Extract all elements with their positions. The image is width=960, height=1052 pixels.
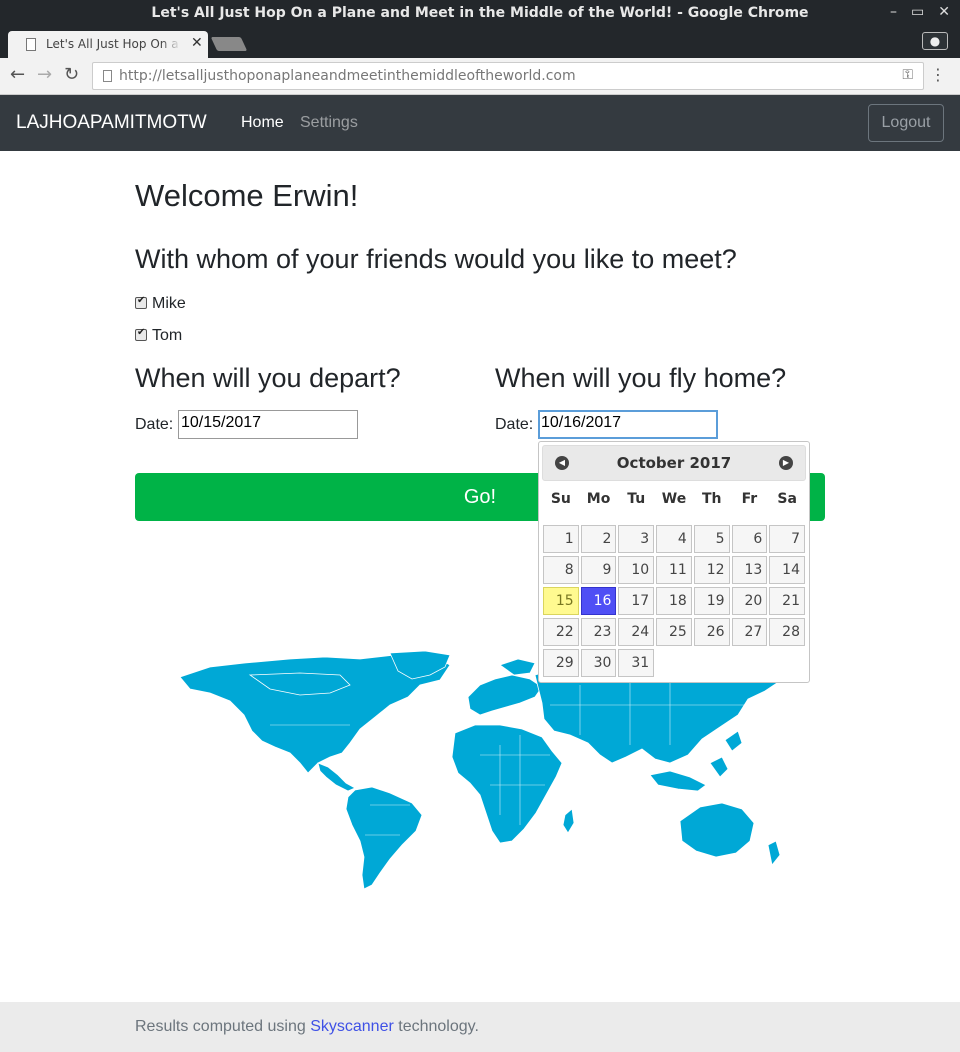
calendar-day[interactable]: 21 bbox=[769, 587, 805, 615]
calendar-day[interactable]: 13 bbox=[731, 556, 768, 584]
weekday-label: Fr bbox=[741, 491, 758, 507]
map-africa bbox=[451, 724, 563, 844]
footer-prefix: Results computed using bbox=[135, 1018, 311, 1035]
calendar-day[interactable]: 3 bbox=[618, 525, 655, 553]
calendar-day[interactable]: 10 bbox=[618, 556, 655, 584]
weekday-label: Mo bbox=[586, 491, 611, 507]
calendar-day[interactable]: 20 bbox=[731, 587, 768, 615]
return-heading: When will you fly home? bbox=[495, 363, 787, 393]
map-south-america bbox=[345, 786, 423, 890]
weekday-label: Sa bbox=[777, 491, 797, 507]
calendar-day[interactable]: 9 bbox=[580, 556, 617, 584]
depart-date-input[interactable]: 10/15/2017 bbox=[178, 410, 358, 439]
tab-strip: Let's All Just Hop On a Plane and Meet i… bbox=[0, 28, 960, 58]
calendar-day[interactable]: 16 bbox=[580, 587, 617, 615]
depart-heading: When will you depart? bbox=[135, 363, 401, 393]
address-bar[interactable]: http://letsalljusthoponaplaneandmeetinth… bbox=[92, 62, 924, 90]
calendar-day[interactable]: 8 bbox=[543, 556, 579, 584]
calendar-day[interactable]: 11 bbox=[656, 556, 692, 584]
map-central-america bbox=[317, 762, 356, 792]
calendar-day[interactable]: 1 bbox=[543, 525, 579, 553]
back-arrow-icon[interactable]: ← bbox=[10, 64, 25, 85]
map-europe bbox=[467, 674, 543, 716]
calendar-day[interactable]: 23 bbox=[580, 618, 617, 646]
datepicker-header: ◀ October 2017 ▶ bbox=[542, 445, 806, 481]
calendar-day[interactable]: 6 bbox=[731, 525, 768, 553]
browser-toolbar: ← → ↻ http://letsalljusthoponaplaneandme… bbox=[0, 58, 960, 95]
new-tab-button[interactable] bbox=[210, 37, 248, 51]
datepicker-days-grid: 1 2 3 4 5 6 7 8 9 10 11 12 13 14 15 16 17 18 19 20 21 22 23 24 2… bbox=[542, 525, 806, 677]
calendar-day[interactable]: 14 bbox=[769, 556, 805, 584]
logout-button[interactable]: Logout bbox=[868, 104, 944, 142]
calendar-day[interactable]: 18 bbox=[656, 587, 692, 615]
return-date-input[interactable]: 10/16/2017 bbox=[538, 410, 718, 439]
brand-logo[interactable]: LAJHOAPAMITMOTW bbox=[16, 112, 207, 134]
minimize-icon[interactable]: – bbox=[890, 4, 897, 20]
next-month-icon[interactable]: ▶ bbox=[779, 456, 793, 470]
reload-icon[interactable]: ↻ bbox=[64, 64, 79, 85]
weekday-label: Th bbox=[701, 491, 722, 507]
weekday-label: Tu bbox=[627, 491, 646, 507]
calendar-day[interactable]: 26 bbox=[693, 618, 730, 646]
url-text[interactable]: http://letsalljusthoponaplaneandmeetinth… bbox=[119, 68, 576, 84]
checkbox-checked[interactable] bbox=[135, 295, 147, 309]
weekday-label: Su bbox=[550, 491, 571, 507]
datepicker-popup: ◀ October 2017 ▶ Su Mo Tu We Th Fr Sa 12345678… bbox=[538, 441, 810, 683]
friend-label: Tom bbox=[152, 327, 183, 344]
calendar-day[interactable]: 30 bbox=[580, 649, 617, 677]
map-australia bbox=[679, 802, 755, 858]
browser-tab[interactable]: Let's All Just Hop On a Plane and Meet i… bbox=[8, 31, 208, 58]
calendar-day[interactable]: 15 bbox=[543, 587, 579, 615]
forward-arrow-icon[interactable]: → bbox=[37, 64, 52, 85]
map-southeast-asia bbox=[649, 770, 707, 792]
calendar-day[interactable]: 2 bbox=[580, 525, 617, 553]
close-window-icon[interactable]: ✕ bbox=[938, 4, 950, 20]
footer: Results computed using Skyscanner techno… bbox=[0, 1002, 960, 1052]
calendar-day[interactable]: 25 bbox=[656, 618, 692, 646]
maximize-icon[interactable]: ▭ bbox=[911, 4, 924, 20]
window-controls: – ▭ ✕ bbox=[890, 4, 950, 20]
weekday-label: We bbox=[661, 491, 687, 507]
nav-settings-link[interactable]: Settings bbox=[300, 114, 358, 132]
calendar-day[interactable]: 24 bbox=[618, 618, 655, 646]
key-icon[interactable]: ⚿ bbox=[902, 67, 913, 83]
window-title: Let's All Just Hop On a Plane and Meet i… bbox=[151, 5, 809, 21]
friends-question-heading: With whom of your friends would you like… bbox=[135, 244, 737, 274]
calendar-day[interactable]: 28 bbox=[769, 618, 805, 646]
calendar-day[interactable]: 29 bbox=[543, 649, 579, 677]
profile-icon[interactable]: ● bbox=[922, 32, 948, 50]
tab-close-icon[interactable]: ✕ bbox=[191, 35, 203, 51]
page-icon bbox=[26, 38, 36, 51]
calendar-day[interactable]: 5 bbox=[693, 525, 730, 553]
calendar-day[interactable]: 31 bbox=[618, 649, 655, 677]
tab-title: Let's All Just Hop On a Plane and Meet i… bbox=[46, 37, 181, 51]
return-date-label: Date: bbox=[495, 416, 534, 433]
footer-suffix: technology. bbox=[393, 1018, 479, 1035]
friend-checkbox-tom[interactable]: Tom bbox=[135, 327, 182, 345]
calendar-day[interactable]: 12 bbox=[693, 556, 730, 584]
datepicker-month-title: October 2017 bbox=[616, 454, 732, 472]
checkbox-checked[interactable] bbox=[135, 327, 147, 341]
calendar-day[interactable]: 19 bbox=[693, 587, 730, 615]
page-info-icon[interactable] bbox=[103, 70, 112, 82]
skyscanner-link[interactable]: Skyscanner bbox=[310, 1018, 394, 1035]
welcome-heading: Welcome Erwin! bbox=[135, 178, 359, 213]
friend-checkbox-mike[interactable]: Mike bbox=[135, 295, 186, 313]
app-navbar: LAJHOAPAMITMOTW Home Settings Logout bbox=[0, 95, 960, 151]
window-titlebar: Let's All Just Hop On a Plane and Meet i… bbox=[0, 0, 960, 28]
footer-text: Results computed using Skyscanner techno… bbox=[135, 1018, 479, 1036]
calendar-day[interactable]: 7 bbox=[769, 525, 805, 553]
menu-dots-icon[interactable]: ⋮ bbox=[930, 65, 946, 84]
calendar-day[interactable]: 22 bbox=[543, 618, 579, 646]
datepicker-weekdays: Su Mo Tu We Th Fr Sa bbox=[542, 491, 806, 513]
depart-date-label: Date: bbox=[135, 416, 174, 433]
nav-home-link[interactable]: Home bbox=[241, 114, 284, 132]
friend-label: Mike bbox=[152, 295, 186, 312]
calendar-day[interactable]: 27 bbox=[731, 618, 768, 646]
calendar-day[interactable]: 17 bbox=[618, 587, 655, 615]
calendar-day[interactable]: 4 bbox=[656, 525, 692, 553]
